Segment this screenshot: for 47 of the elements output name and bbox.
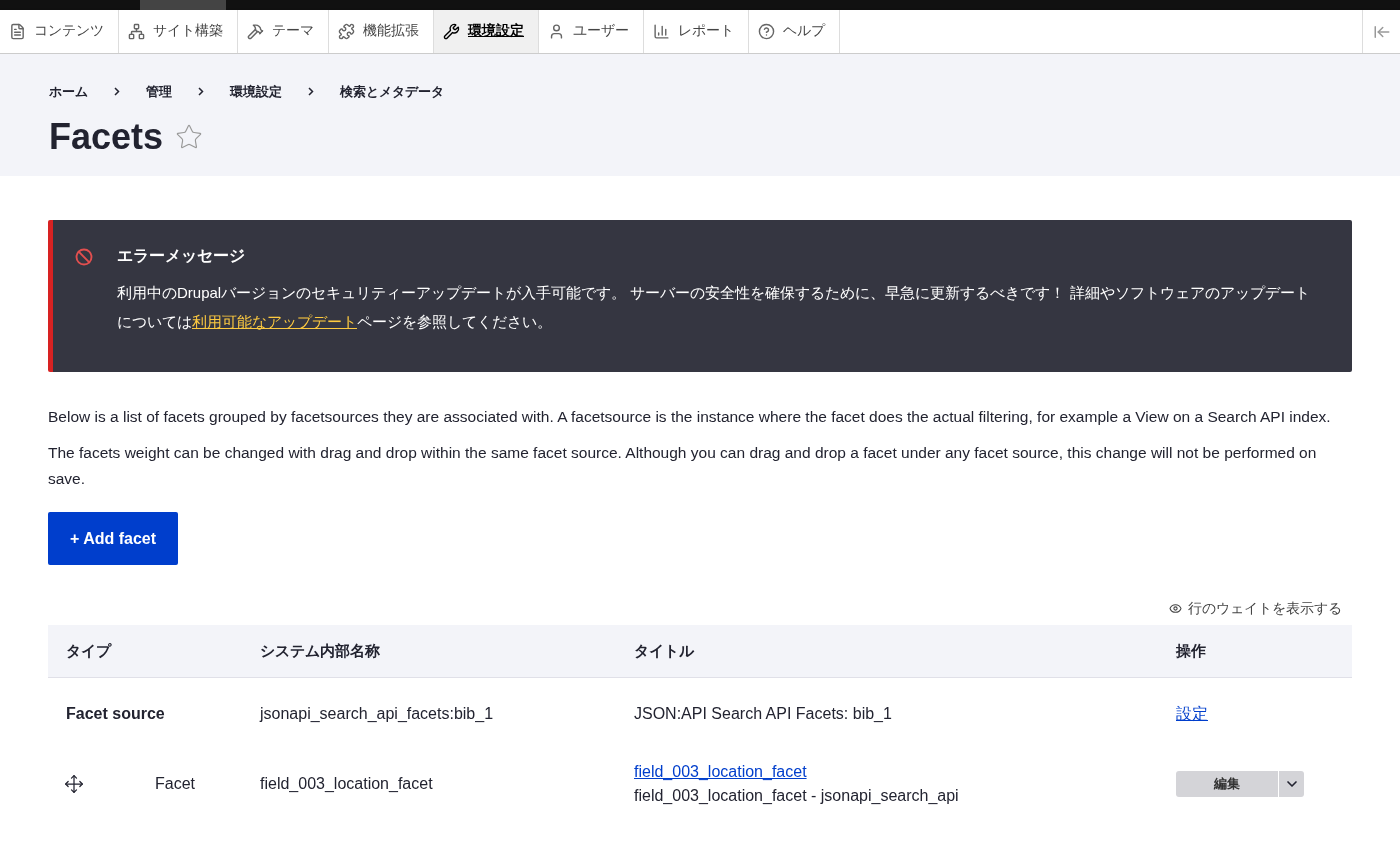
toolbar-item[interactable]: ユーザー [539,10,644,53]
star-icon[interactable] [175,122,204,151]
bar-chart-icon [653,23,670,40]
hammer-icon [247,23,264,40]
table-cell-text: Facet [155,774,195,794]
error-icon [75,248,93,266]
edit-button[interactable]: 編集 [1176,771,1278,797]
facet-description: field_003_location_facet - jsonapi_search_api [634,786,960,806]
chevron-right-icon [308,87,314,97]
column-header: タイプ [65,640,113,661]
table-cell-text: JSON:API Search API Facets: bib_1 [634,704,893,724]
breadcrumb-link[interactable]: 検索とメタデータ [340,82,444,102]
breadcrumb-link[interactable]: ホーム [49,82,88,102]
sitemap-icon [128,23,145,40]
toolbar-item[interactable]: 環境設定 [434,10,539,53]
facet-title-link[interactable]: field_003_location_facet [634,760,807,784]
column-header: タイトル [634,640,695,661]
toolbar-item[interactable]: コンテンツ [0,10,119,53]
description-text: Below is a list of facets grouped by facetsources they are associated with. A facetsource is the instance where the facet does the actual filtering, for example a View on a Search API index. [48,407,1332,427]
breadcrumb-link[interactable]: 環境設定 [230,82,282,102]
chevron-right-icon [198,87,204,97]
breadcrumb-link[interactable]: 管理 [146,82,172,102]
table-cell-text: Facet source [65,704,166,724]
user-icon [548,23,565,40]
eye-icon [1169,602,1182,615]
toolbar-item[interactable]: レポート [644,10,749,53]
add-facet-button[interactable]: + Add facet [48,512,179,565]
help-icon [758,23,775,40]
table-cell-text: field_003_location_facet [260,774,434,794]
column-header: 操作 [1175,640,1206,661]
updates-link[interactable]: 利用可能なアップデート [192,313,357,330]
message-text: 利用中のDrupalバージョンのセキュリティーアップデートが入手可能です。 サーバーの安全性を確保するために、早急に更新するべきです！ 詳細やソフトウェアのアップデートについては利用可能なアップデートページを参照してください。 [117,283,1311,332]
settings-link[interactable]: 設定 [1176,702,1208,726]
column-header: システム内部名称 [260,640,381,661]
show-row-weights-link[interactable]: 行のウェイトを表示する [1169,598,1342,619]
wrench-icon [443,23,460,40]
toolbar-item[interactable]: ヘルプ [749,10,840,53]
table-cell-text: jsonapi_search_api_facets:bib_1 [260,704,495,724]
puzzle-icon [338,23,355,40]
page-title: Facets [49,114,164,159]
description-text: The facets weight can be changed with drag and drop within the same facet source. Although you can drag and drop a facet under any facet source, this change will not be performed on save. [48,443,1318,489]
toolbar-item[interactable]: サイト構築 [119,10,238,53]
drag-handle-icon[interactable] [64,774,84,794]
chevron-right-icon [114,87,120,97]
message-title: エラーメッセージ [117,246,246,266]
toolbar-item[interactable]: テーマ [238,10,329,53]
document-icon [9,23,26,40]
